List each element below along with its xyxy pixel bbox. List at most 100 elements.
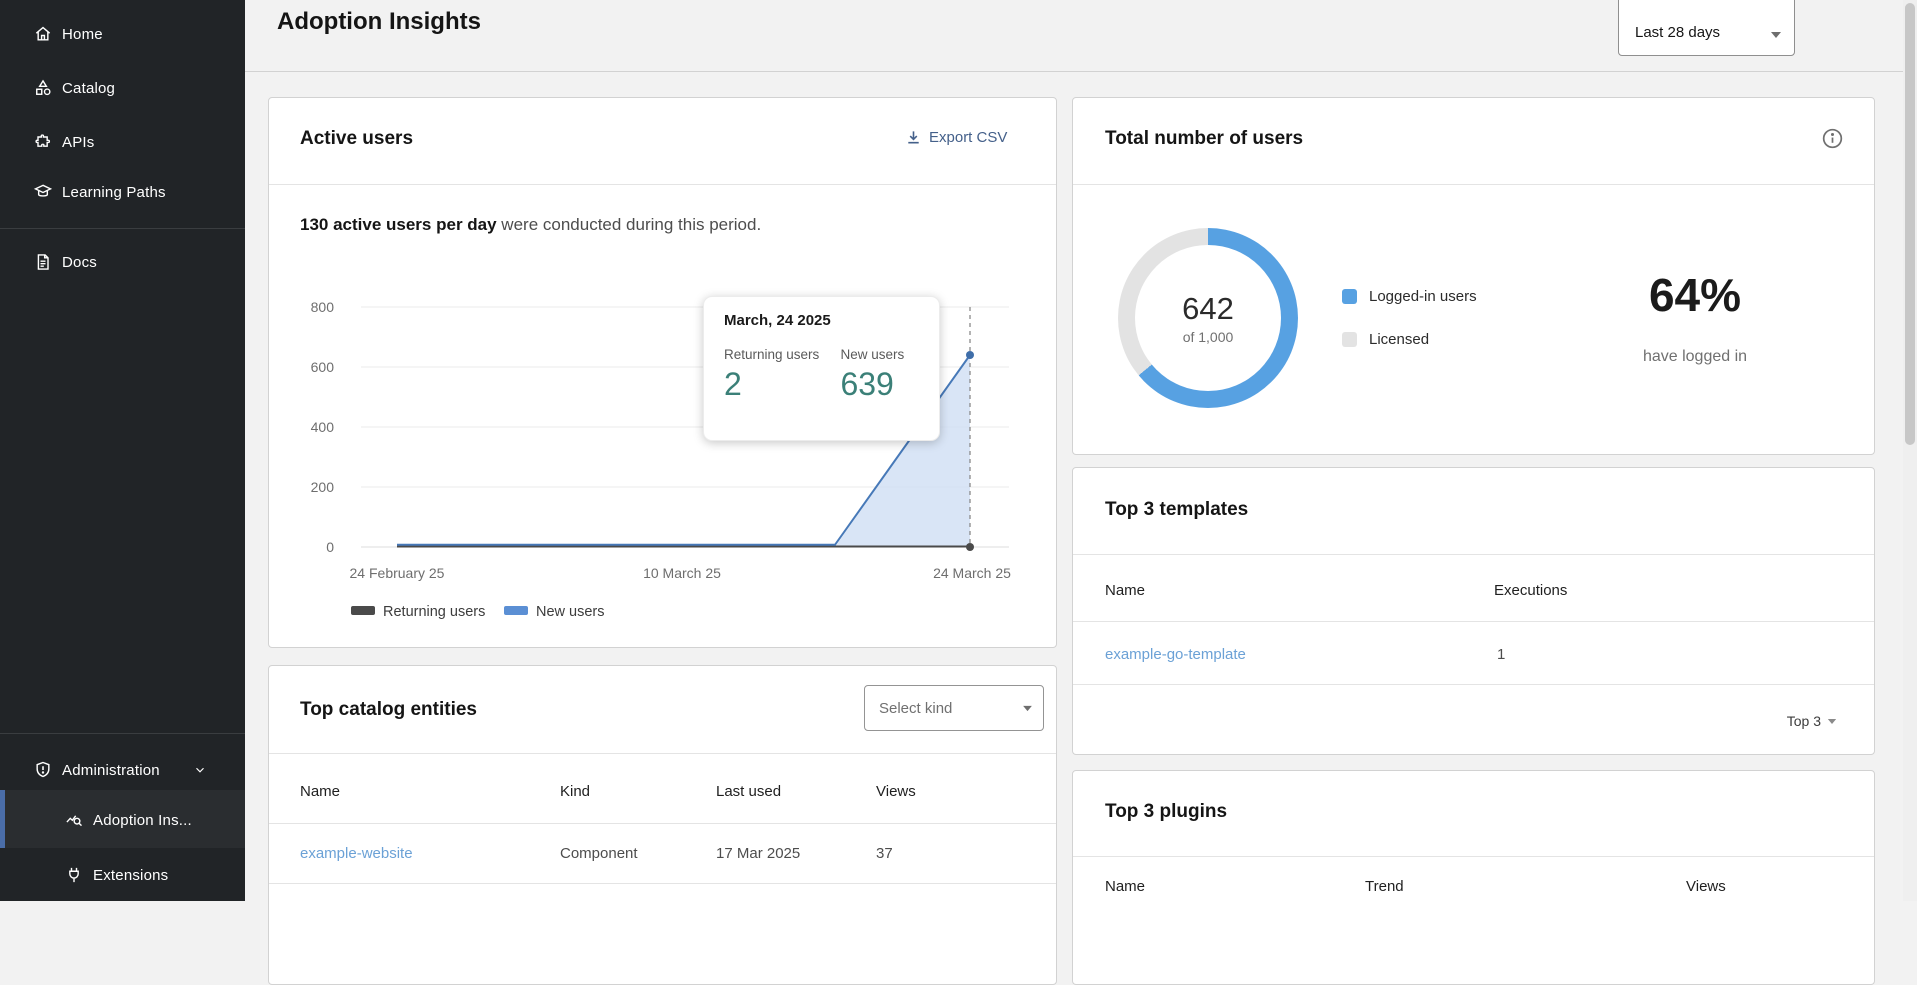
top-plugins-title: Top 3 plugins — [1105, 801, 1227, 823]
plugins-col-trend: Trend — [1365, 878, 1404, 895]
templates-col-name: Name — [1105, 582, 1145, 599]
tooltip-new-value: 639 — [840, 366, 930, 403]
learning-paths-icon — [33, 182, 53, 202]
adoption-insights-icon — [64, 810, 84, 830]
adoption-insights-page: Home Catalog APIs Learning Paths Docs Ad… — [0, 0, 1917, 901]
logged-in-percentage: 64% — [1600, 268, 1790, 322]
divider — [269, 883, 1056, 884]
legend-label-new-users: New users — [536, 604, 605, 620]
sidebar-item-label: Administration — [62, 762, 160, 779]
donut-legend-logged-in: Logged-in users — [1342, 288, 1477, 305]
sidebar-item-label: Catalog — [62, 80, 115, 97]
top-catalog-entities-card: Top catalog entities Select kind Name Ki… — [268, 665, 1057, 985]
divider — [1073, 621, 1874, 622]
divider — [1073, 684, 1874, 685]
scrollbar-thumb[interactable] — [1905, 3, 1915, 445]
plugins-col-views: Views — [1686, 878, 1726, 895]
sidebar-item-apis[interactable]: APIs — [0, 122, 245, 162]
sidebar-item-adoption-insights[interactable]: Adoption Ins... — [0, 800, 245, 840]
template-link-example-go-template[interactable]: example-go-template — [1105, 646, 1246, 663]
legend-swatch-new-users — [504, 606, 528, 615]
catalog-last-used-value: 17 Mar 2025 — [716, 845, 800, 862]
chart-tooltip: March, 24 2025 Returning users 2 New use… — [703, 296, 940, 441]
catalog-col-kind: Kind — [560, 783, 590, 800]
info-icon[interactable] — [1821, 127, 1844, 150]
x-tick-0: 24 February 25 — [350, 565, 445, 581]
y-tick-600: 600 — [311, 359, 335, 375]
divider — [1073, 554, 1874, 555]
templates-page-size-value: Top 3 — [1787, 713, 1821, 729]
catalog-entities-title: Top catalog entities — [300, 699, 477, 721]
donut-center-value: 642 — [1182, 291, 1234, 327]
donut-center-sub: of 1,000 — [1183, 329, 1234, 345]
sidebar-item-label: APIs — [62, 134, 94, 151]
hover-point-new-users — [966, 351, 974, 359]
donut-legend-licensed: Licensed — [1342, 331, 1429, 348]
legend-label-returning-users: Returning users — [383, 604, 485, 620]
divider — [1073, 856, 1874, 857]
x-tick-2: 24 March 25 — [933, 565, 1011, 581]
divider — [269, 823, 1056, 824]
y-tick-0: 0 — [326, 539, 334, 555]
sidebar: Home Catalog APIs Learning Paths Docs Ad… — [0, 0, 245, 901]
home-icon — [33, 24, 53, 44]
administration-shield-icon — [33, 760, 53, 780]
api-puzzle-icon — [33, 132, 53, 152]
top-templates-card: Top 3 templates Name Executions example-… — [1072, 467, 1875, 755]
active-users-card-title: Active users — [300, 128, 413, 150]
sidebar-item-label: Docs — [62, 254, 97, 271]
sidebar-item-docs[interactable]: Docs — [0, 242, 245, 282]
catalog-icon — [33, 78, 53, 98]
date-range-value: Last 28 days — [1635, 24, 1720, 41]
sidebar-item-label: Extensions — [93, 867, 168, 884]
date-range-select[interactable]: Last 28 days — [1618, 0, 1795, 56]
sidebar-item-extensions[interactable]: Extensions — [0, 855, 245, 895]
chevron-down-icon — [193, 763, 207, 777]
total-users-card-title: Total number of users — [1105, 128, 1303, 150]
donut-center: 642 of 1,000 — [1135, 245, 1281, 391]
sidebar-item-learning-paths[interactable]: Learning Paths — [0, 172, 245, 212]
catalog-kind-value: Component — [560, 845, 638, 862]
catalog-link-example-website[interactable]: example-website — [300, 845, 413, 862]
legend-label-licensed: Licensed — [1369, 331, 1429, 348]
sidebar-item-label: Adoption Ins... — [93, 812, 192, 829]
legend-label-logged-in: Logged-in users — [1369, 288, 1477, 305]
tooltip-new-label: New users — [840, 347, 930, 362]
y-tick-800: 800 — [311, 299, 335, 315]
y-tick-400: 400 — [311, 419, 335, 435]
logged-in-percentage-sub: have logged in — [1600, 348, 1790, 366]
catalog-col-name: Name — [300, 783, 340, 800]
divider — [269, 753, 1056, 754]
sidebar-item-catalog[interactable]: Catalog — [0, 68, 245, 108]
tooltip-date: March, 24 2025 — [724, 312, 939, 329]
tooltip-returning-label: Returning users — [724, 347, 824, 362]
export-csv-label: Export CSV — [929, 129, 1007, 146]
export-csv-button[interactable]: Export CSV — [905, 129, 1007, 146]
header-divider — [245, 71, 1904, 72]
catalog-col-views: Views — [876, 783, 916, 800]
caret-down-icon — [1827, 718, 1837, 725]
top-templates-title: Top 3 templates — [1105, 499, 1248, 521]
card-header-divider — [1073, 184, 1874, 185]
hover-point-returning-users — [966, 543, 974, 551]
tooltip-new-users: New users 639 — [840, 347, 930, 403]
legend-swatch-licensed — [1342, 332, 1357, 347]
extensions-plug-icon — [64, 865, 84, 885]
top-plugins-card: Top 3 plugins Name Trend Views — [1072, 770, 1875, 985]
tooltip-returning-users: Returning users 2 — [724, 347, 824, 403]
tooltip-returning-value: 2 — [724, 366, 824, 403]
sidebar-divider — [0, 733, 245, 734]
sidebar-item-label: Learning Paths — [62, 184, 166, 201]
select-kind-dropdown[interactable]: Select kind — [864, 685, 1044, 731]
caret-down-icon — [1022, 705, 1033, 712]
templates-page-size-select[interactable]: Top 3 — [1673, 713, 1837, 729]
catalog-views-value: 37 — [876, 845, 893, 862]
legend-swatch-logged-in — [1342, 289, 1357, 304]
sidebar-item-administration[interactable]: Administration — [0, 750, 245, 790]
x-tick-1: 10 March 25 — [643, 565, 721, 581]
caret-down-icon — [1770, 31, 1782, 39]
sidebar-item-home[interactable]: Home — [0, 14, 245, 54]
legend-swatch-returning-users — [351, 606, 375, 615]
plugins-col-name: Name — [1105, 878, 1145, 895]
template-executions-value: 1 — [1497, 646, 1505, 663]
